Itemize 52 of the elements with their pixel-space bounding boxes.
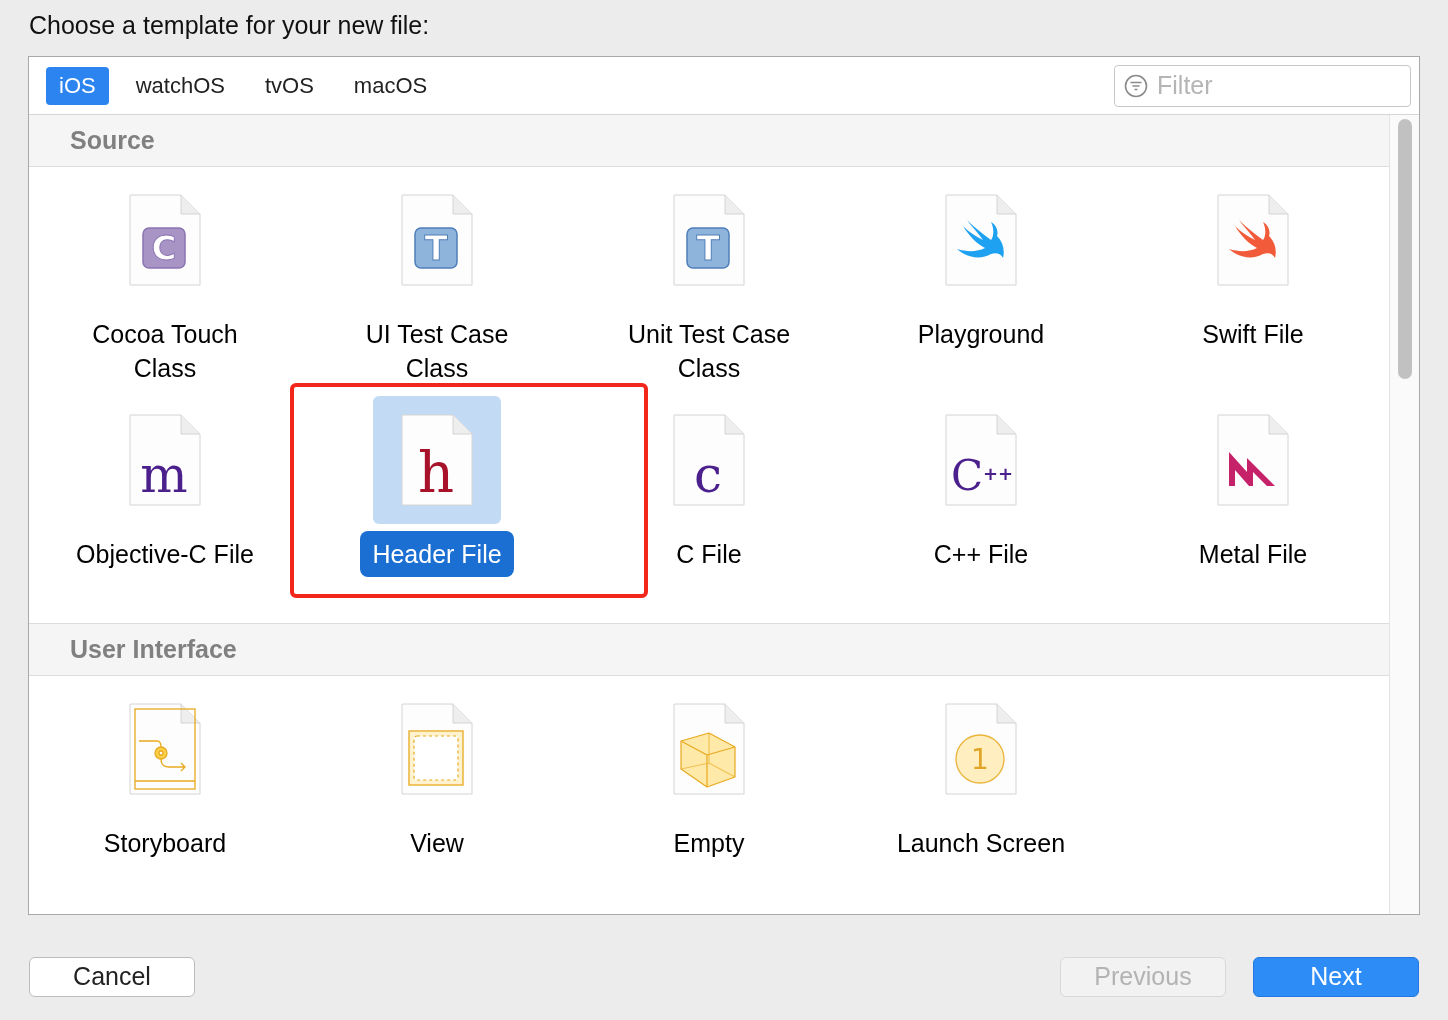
file-icon: m xyxy=(129,414,201,506)
file-icon: T xyxy=(401,194,473,286)
template-label: Unit Test Case Class xyxy=(626,319,792,384)
platform-tab[interactable]: iOS xyxy=(46,66,109,105)
template-label: Launch Screen xyxy=(895,828,1067,859)
filter-field[interactable]: Filter xyxy=(1114,64,1411,107)
template-item[interactable]: T Unit Test Case Class xyxy=(594,176,824,391)
template-item[interactable]: 1 Launch Screen xyxy=(884,685,1078,866)
file-icon: C xyxy=(129,194,201,286)
platform-tab[interactable]: watchOS xyxy=(122,66,238,105)
file-icon: C++ xyxy=(945,414,1017,506)
platform-tab[interactable]: tvOS xyxy=(251,66,327,105)
section-title: Source xyxy=(70,124,155,156)
template-label: Header File xyxy=(360,531,514,577)
template-item[interactable]: View xyxy=(373,685,501,866)
template-label: Playground xyxy=(916,319,1046,350)
section-title: User Interface xyxy=(70,633,237,665)
template-item[interactable]: Swift File xyxy=(1189,176,1317,357)
scrollbar-thumb[interactable] xyxy=(1397,119,1412,379)
template-item[interactable]: C Cocoa Touch Class xyxy=(50,176,280,391)
file-icon: c xyxy=(673,414,745,506)
file-icon xyxy=(1217,194,1289,286)
template-item[interactable]: Empty xyxy=(645,685,773,866)
file-icon xyxy=(945,194,1017,286)
prompt-text: Choose a template for your new file: xyxy=(29,10,431,41)
template-item[interactable]: Playground xyxy=(905,176,1057,357)
template-label: C++ File xyxy=(932,539,1030,570)
template-label: Storyboard xyxy=(102,828,228,859)
template-label: C File xyxy=(675,539,743,570)
template-item[interactable]: T UI Test Case Class xyxy=(322,176,552,391)
template-item[interactable]: c C File xyxy=(645,396,773,577)
file-icon: h xyxy=(401,414,473,506)
platform-tab[interactable]: macOS xyxy=(340,66,441,105)
template-item[interactable]: Metal File xyxy=(1186,396,1320,577)
file-icon xyxy=(673,703,745,795)
template-label: View xyxy=(409,828,465,859)
template-item[interactable]: Storyboard xyxy=(91,685,239,866)
file-icon: 1 xyxy=(945,703,1017,795)
template-label: UI Test Case Class xyxy=(364,319,510,384)
filter-icon xyxy=(1124,73,1148,98)
file-icon: T xyxy=(673,194,745,286)
file-icon xyxy=(129,703,201,795)
template-label: Swift File xyxy=(1201,319,1305,350)
template-label: Empty xyxy=(672,828,746,859)
template-item[interactable]: m Objective-C File xyxy=(64,396,266,577)
template-label: Metal File xyxy=(1197,539,1309,570)
template-label: Objective-C File xyxy=(75,539,255,570)
template-label: Cocoa Touch Class xyxy=(91,319,239,384)
file-icon xyxy=(1217,414,1289,506)
dialog-button[interactable]: Cancel xyxy=(29,957,195,997)
file-icon xyxy=(401,703,473,795)
template-item[interactable]: C++ C++ File xyxy=(917,396,1045,577)
